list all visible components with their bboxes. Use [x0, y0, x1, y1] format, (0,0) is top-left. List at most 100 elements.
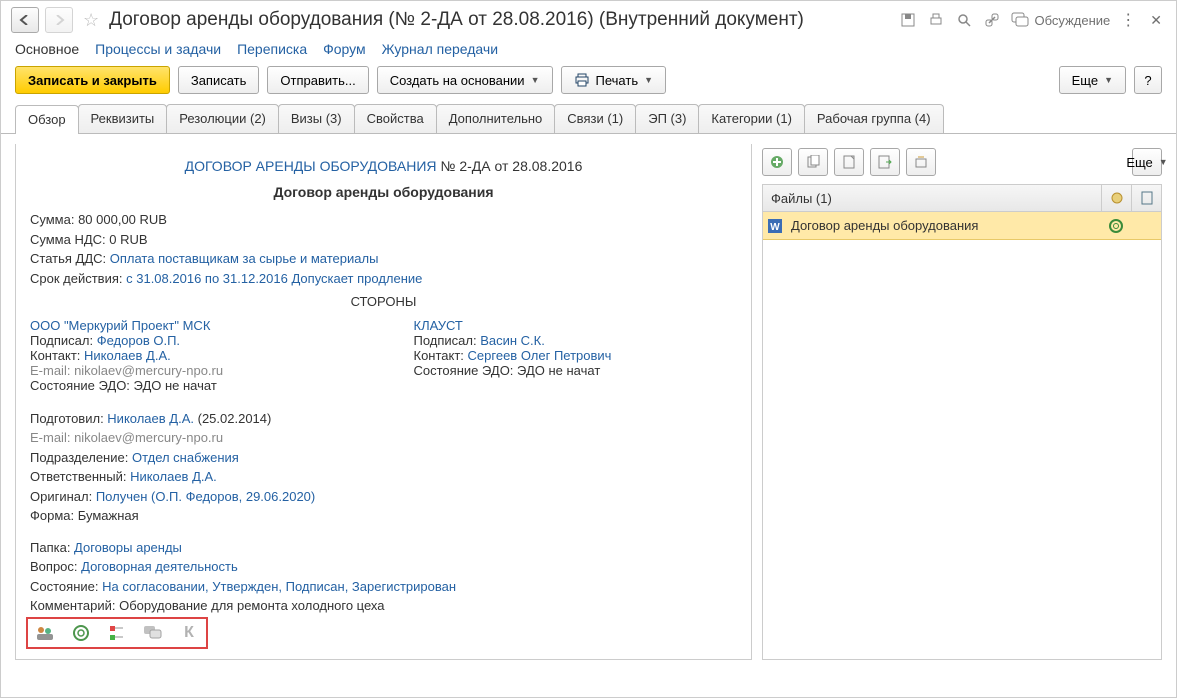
prep-date: (25.02.2014) — [194, 411, 271, 426]
prep-email-label: E-mail: — [30, 430, 74, 445]
party1-contact-label: Контакт: — [30, 348, 84, 363]
search-icon[interactable] — [955, 11, 973, 29]
party-2: КЛАУСТ Подписал: Васин С.К. Контакт: Сер… — [414, 318, 738, 393]
party2-contact[interactable]: Сергеев Олег Петрович — [468, 348, 612, 363]
party1-contact[interactable]: Николаев Д.А. — [84, 348, 171, 363]
sum-label: Сумма: — [30, 212, 78, 227]
discussion-button[interactable]: Обсуждение — [1011, 12, 1111, 28]
more-label: Еще — [1072, 73, 1098, 88]
form-value: Бумажная — [78, 508, 139, 523]
sum-value: 80 000,00 RUB — [78, 212, 167, 227]
status-icons-bar: К — [26, 617, 208, 649]
tree-icon[interactable] — [106, 623, 128, 643]
folder-label: Папка: — [30, 540, 74, 555]
form-label: Форма: — [30, 508, 78, 523]
create-based-on-button[interactable]: Создать на основании▼ — [377, 66, 553, 94]
party1-edo-value: ЭДО не начат — [134, 378, 217, 393]
help-button[interactable]: ? — [1134, 66, 1162, 94]
tab-workgroup[interactable]: Рабочая группа (4) — [804, 104, 944, 133]
party-1: ООО "Меркурий Проект" МСК Подписал: Федо… — [30, 318, 354, 393]
files-header-title: Файлы (1) — [763, 191, 1101, 206]
nav-main[interactable]: Основное — [15, 41, 79, 58]
doc-title-link[interactable]: ДОГОВОР АРЕНДЫ ОБОРУДОВАНИЯ — [185, 158, 437, 174]
party1-edo-label: Состояние ЭДО: — [30, 378, 134, 393]
tab-ep[interactable]: ЭП (3) — [635, 104, 699, 133]
nav-forum[interactable]: Форум — [323, 41, 366, 58]
users-icon[interactable] — [34, 623, 56, 643]
state-link[interactable]: На согласовании, Утвержден, Подписан, За… — [102, 579, 456, 594]
save-button[interactable]: Записать — [178, 66, 260, 94]
party2-edo-value: ЭДО не начат — [517, 363, 600, 378]
party1-email: nikolaev@mercury-npo.ru — [74, 363, 223, 378]
party2-signed[interactable]: Васин С.К. — [480, 333, 545, 348]
tab-links[interactable]: Связи (1) — [554, 104, 636, 133]
save-close-button[interactable]: Записать и закрыть — [15, 66, 170, 94]
folder-link[interactable]: Договоры аренды — [74, 540, 182, 555]
nav-back-button[interactable] — [11, 7, 39, 33]
resp-link[interactable]: Николаев Д.А. — [130, 469, 217, 484]
nds-label: Сумма НДС: — [30, 232, 109, 247]
file-scan-button[interactable] — [906, 148, 936, 176]
files-col-status-icon[interactable] — [1101, 185, 1131, 211]
nav-processes[interactable]: Процессы и задачи — [95, 41, 221, 58]
stamp-icon[interactable] — [70, 623, 92, 643]
chevron-down-icon: ▼ — [531, 75, 540, 85]
save-icon[interactable] — [899, 11, 917, 29]
discussion-label: Обсуждение — [1035, 13, 1111, 28]
party1-signed[interactable]: Федоров О.П. — [97, 333, 180, 348]
file-name: Договор аренды оборудования — [787, 218, 1101, 233]
file-row[interactable]: W Договор аренды оборудования — [763, 212, 1161, 240]
dds-link[interactable]: Оплата поставщикам за сырье и материалы — [110, 251, 379, 266]
print-button[interactable]: Печать▼ — [561, 66, 667, 94]
files-header: Файлы (1) — [762, 184, 1162, 212]
more-button[interactable]: Еще ▼ — [1059, 66, 1126, 94]
word-icon: W — [763, 218, 787, 234]
tab-overview[interactable]: Обзор — [15, 105, 79, 134]
files-more-button[interactable]: Еще▼ — [1132, 148, 1162, 176]
overview-panel: ДОГОВОР АРЕНДЫ ОБОРУДОВАНИЯ № 2-ДА от 28… — [15, 144, 752, 660]
more-menu-icon[interactable]: ⋮ — [1120, 10, 1136, 30]
party2-edo-label: Состояние ЭДО: — [414, 363, 518, 378]
tab-resolutions[interactable]: Резолюции (2) — [166, 104, 279, 133]
comment-value: Оборудование для ремонта холодного цеха — [119, 598, 384, 613]
tab-categories[interactable]: Категории (1) — [698, 104, 805, 133]
tab-additional[interactable]: Дополнительно — [436, 104, 556, 133]
page-title: Договор аренды оборудования (№ 2-ДА от 2… — [109, 9, 892, 31]
nav-correspondence[interactable]: Переписка — [237, 41, 307, 58]
files-more-label: Еще — [1126, 155, 1152, 170]
send-button[interactable]: Отправить... — [267, 66, 368, 94]
tab-visas[interactable]: Визы (3) — [278, 104, 355, 133]
file-send-button[interactable] — [870, 148, 900, 176]
party2-name[interactable]: КЛАУСТ — [414, 318, 463, 333]
dept-label: Подразделение: — [30, 450, 132, 465]
file-new-button[interactable] — [834, 148, 864, 176]
nds-value: 0 RUB — [109, 232, 147, 247]
tab-properties[interactable]: Свойства — [354, 104, 437, 133]
prep-link[interactable]: Николаев Д.А. — [107, 411, 194, 426]
nav-forward-button[interactable] — [45, 7, 73, 33]
period-link[interactable]: с 31.08.2016 по 31.12.2016 Допускает про… — [126, 271, 422, 286]
dept-link[interactable]: Отдел снабжения — [132, 450, 239, 465]
tab-requisites[interactable]: Реквизиты — [78, 104, 168, 133]
printer-icon — [574, 73, 590, 87]
party1-signed-label: Подписал: — [30, 333, 97, 348]
files-col-type-icon[interactable] — [1131, 185, 1161, 211]
link-icon[interactable] — [983, 11, 1001, 29]
file-copy-button[interactable] — [798, 148, 828, 176]
party2-contact-label: Контакт: — [414, 348, 468, 363]
chevron-down-icon: ▼ — [1104, 75, 1113, 85]
print-icon[interactable] — [927, 11, 945, 29]
comment-label: Комментарий: — [30, 598, 119, 613]
file-add-button[interactable] — [762, 148, 792, 176]
parties-title: СТОРОНЫ — [30, 292, 737, 312]
party1-name[interactable]: ООО "Меркурий Проект" МСК — [30, 318, 210, 333]
nav-journal[interactable]: Журнал передачи — [382, 41, 498, 58]
question-link[interactable]: Договорная деятельность — [81, 559, 238, 574]
doc-subtitle: Договор аренды оборудования — [30, 184, 737, 200]
close-button[interactable]: ✕ — [1146, 12, 1166, 29]
orig-link[interactable]: Получен (О.П. Федоров, 29.06.2020) — [96, 489, 315, 504]
favorite-icon[interactable]: ☆ — [83, 10, 99, 31]
k-icon[interactable]: К — [178, 623, 200, 643]
party1-email-label: E-mail: — [30, 363, 74, 378]
chat-icon[interactable] — [142, 623, 164, 643]
